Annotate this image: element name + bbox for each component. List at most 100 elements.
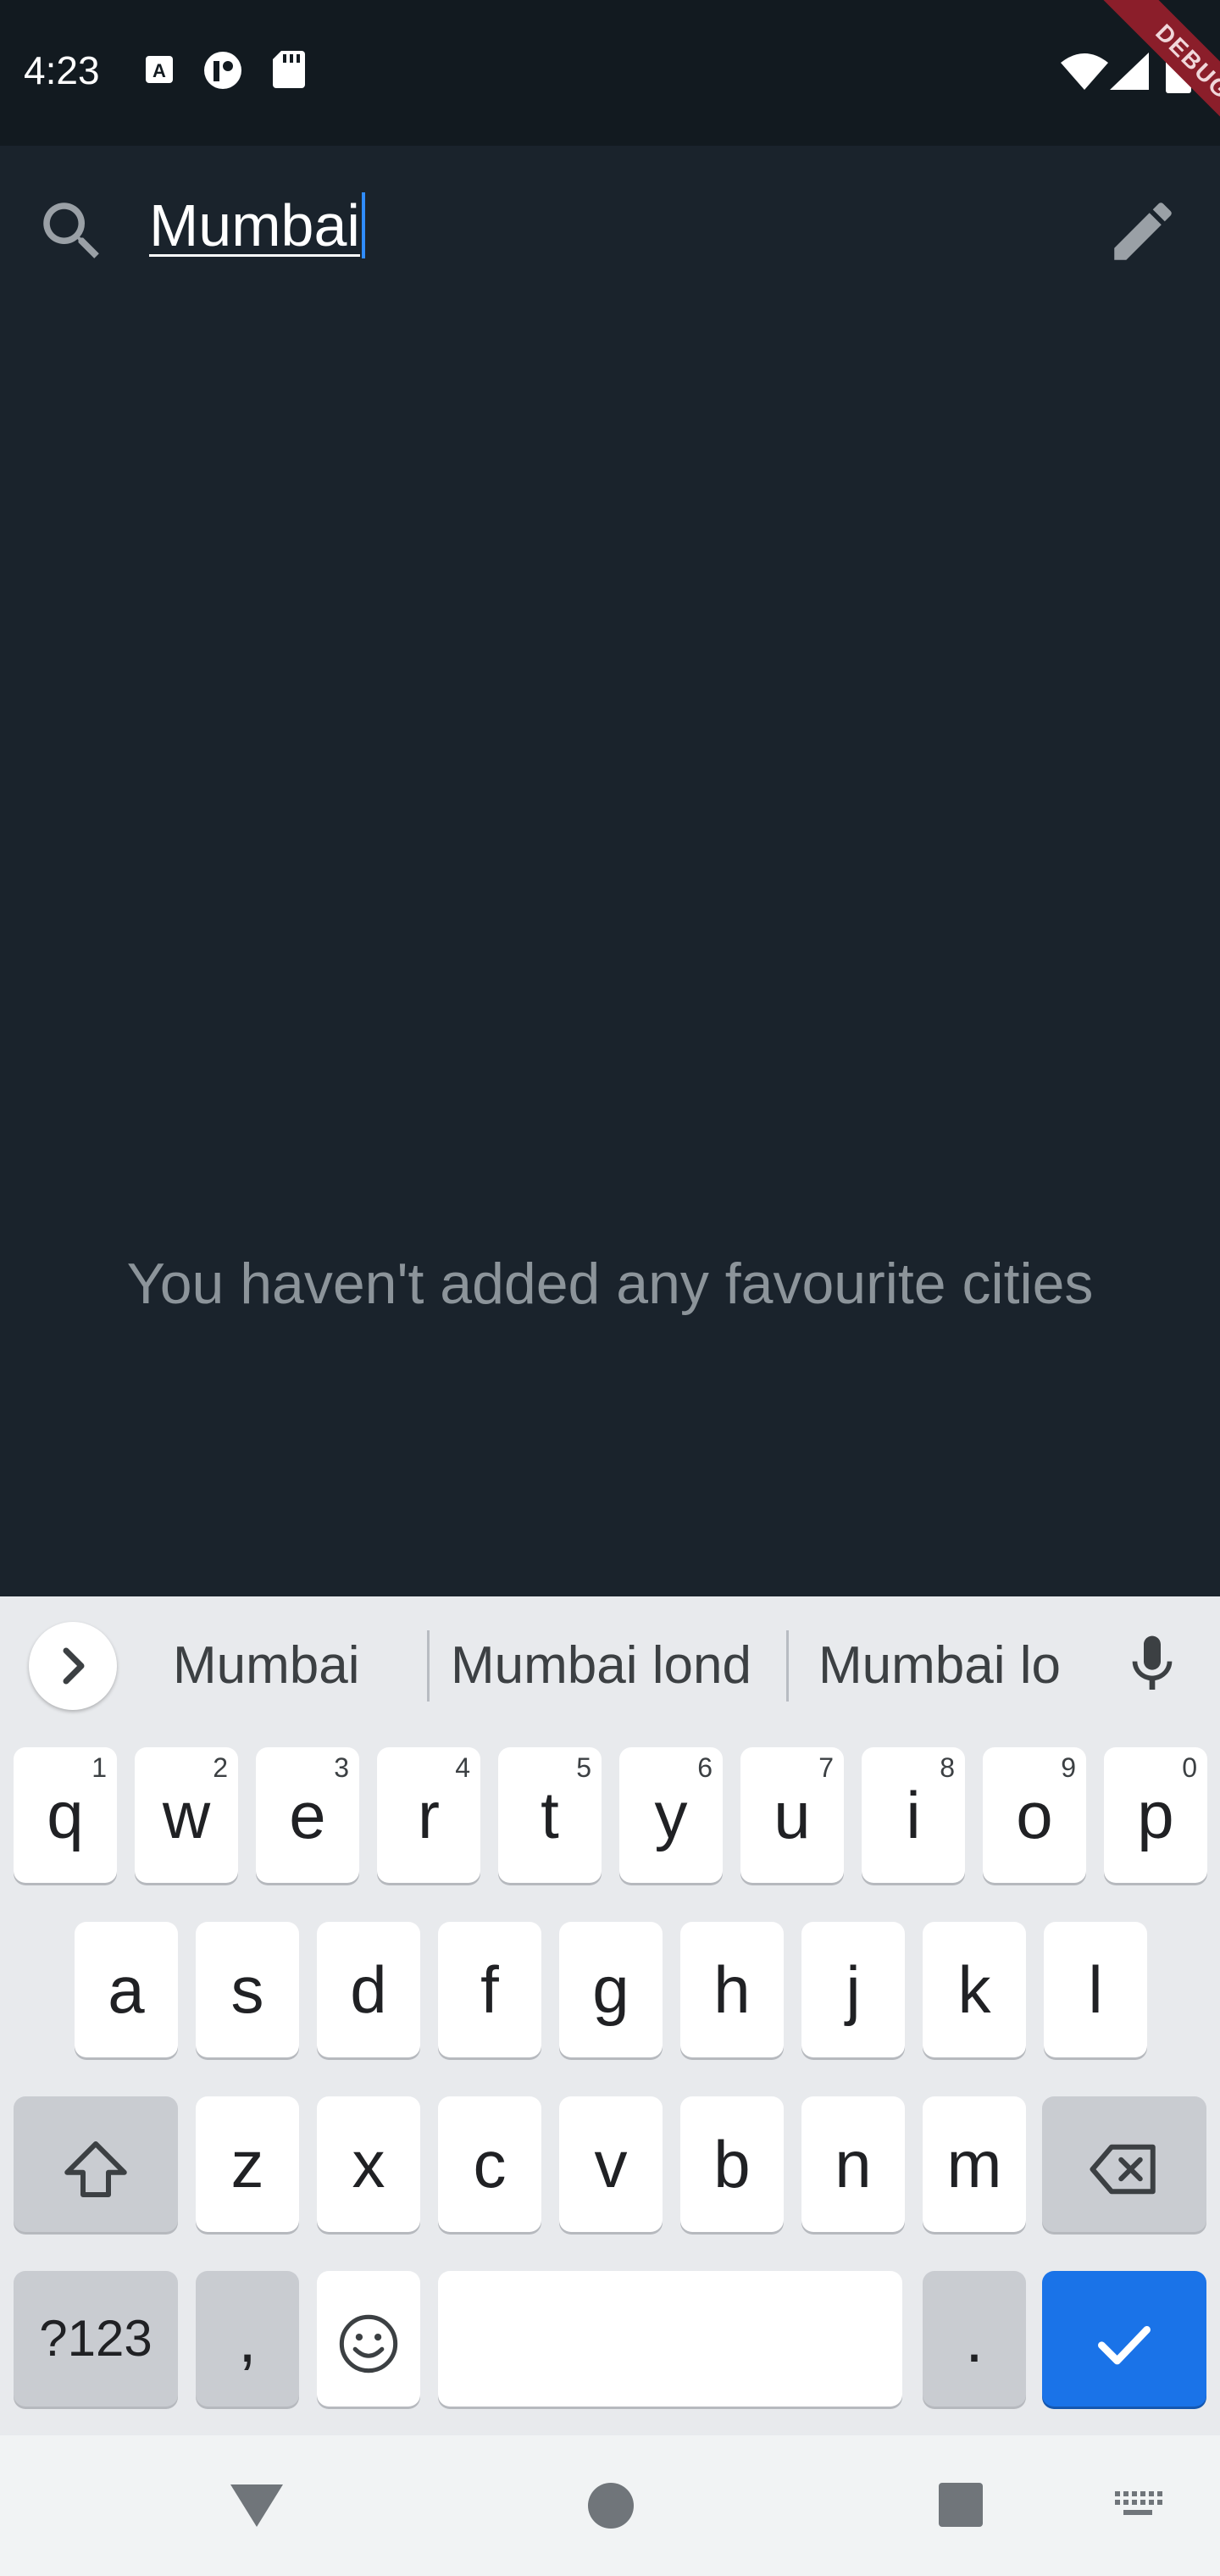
key-a[interactable]: a bbox=[75, 1922, 178, 2057]
expand-toolbar-button[interactable] bbox=[29, 1622, 117, 1710]
key-label: j bbox=[846, 1952, 861, 2027]
app-bar: Mumbai bbox=[0, 146, 1220, 315]
key-x[interactable]: x bbox=[317, 2096, 420, 2232]
key-label: d bbox=[350, 1952, 387, 2027]
done-key[interactable] bbox=[1042, 2271, 1206, 2407]
backspace-key[interactable] bbox=[1042, 2096, 1206, 2232]
shift-icon bbox=[64, 2141, 127, 2198]
key-h[interactable]: h bbox=[680, 1922, 784, 2057]
key-p[interactable]: p0 bbox=[1104, 1747, 1207, 1883]
key-hint: 9 bbox=[1061, 1752, 1076, 1783]
key-label: t bbox=[541, 1778, 559, 1852]
svg-text:A: A bbox=[152, 60, 166, 81]
soft-keyboard: Mumbai Mumbai lond Mumbai lo q1 w2 e3 r4… bbox=[0, 1596, 1220, 2435]
key-label: . bbox=[965, 2301, 984, 2376]
key-label: p bbox=[1137, 1778, 1174, 1852]
edit-icon[interactable] bbox=[1105, 193, 1181, 274]
space-key[interactable] bbox=[438, 2271, 902, 2407]
key-label: i bbox=[906, 1778, 921, 1852]
key-label: u bbox=[774, 1778, 811, 1852]
keyboard-switch-icon[interactable] bbox=[1113, 2488, 1162, 2526]
comma-key[interactable]: , bbox=[196, 2271, 299, 2407]
suggestion-strip: Mumbai Mumbai lond Mumbai lo bbox=[0, 1596, 1220, 1732]
key-label: a bbox=[108, 1952, 145, 2027]
emoji-key[interactable] bbox=[317, 2271, 420, 2407]
emoji-icon bbox=[339, 2315, 398, 2373]
key-i[interactable]: i8 bbox=[862, 1747, 965, 1883]
suggestion-2[interactable]: Mumbai lond bbox=[451, 1635, 751, 1696]
key-w[interactable]: w2 bbox=[135, 1747, 238, 1883]
key-hint: 8 bbox=[940, 1752, 955, 1783]
key-label: v bbox=[594, 2127, 628, 2201]
key-n[interactable]: n bbox=[801, 2096, 905, 2232]
key-hint: 5 bbox=[576, 1752, 591, 1783]
empty-state-message: You haven't added any favourite cities bbox=[126, 1252, 1094, 1316]
key-hint: 2 bbox=[213, 1752, 228, 1783]
key-hint: 6 bbox=[697, 1752, 713, 1783]
shift-key[interactable] bbox=[14, 2096, 178, 2232]
search-icon bbox=[34, 193, 110, 274]
status-time: 4:23 bbox=[24, 48, 100, 92]
key-label: r bbox=[418, 1778, 440, 1852]
chevron-right-icon bbox=[63, 1647, 85, 1685]
key-label: q bbox=[47, 1778, 84, 1852]
debug-banner: DEBUG bbox=[1051, 0, 1220, 169]
key-label: z bbox=[230, 2127, 264, 2201]
backspace-icon bbox=[1090, 2145, 1156, 2195]
key-label: y bbox=[654, 1778, 688, 1852]
key-hint: 1 bbox=[92, 1752, 107, 1783]
search-input[interactable]: Mumbai bbox=[149, 192, 365, 264]
key-z[interactable]: z bbox=[196, 2096, 299, 2232]
key-g[interactable]: g bbox=[559, 1922, 663, 2057]
suggestion-1[interactable]: Mumbai bbox=[173, 1635, 360, 1696]
key-t[interactable]: t5 bbox=[498, 1747, 602, 1883]
key-hint: 3 bbox=[334, 1752, 349, 1783]
text-caret bbox=[361, 192, 365, 258]
app-notification-icon bbox=[202, 51, 244, 94]
back-icon[interactable] bbox=[227, 2476, 286, 2540]
key-e[interactable]: e3 bbox=[256, 1747, 359, 1883]
key-hint: 7 bbox=[818, 1752, 834, 1783]
key-label: b bbox=[713, 2127, 751, 2201]
debug-banner-label: DEBUG bbox=[1089, 0, 1220, 166]
key-v[interactable]: v bbox=[559, 2096, 663, 2232]
keyboard-notification-icon: A bbox=[144, 54, 175, 89]
key-o[interactable]: o9 bbox=[983, 1747, 1086, 1883]
key-label: c bbox=[473, 2127, 507, 2201]
key-l[interactable]: l bbox=[1044, 1922, 1147, 2057]
key-label: e bbox=[289, 1778, 326, 1852]
suggestion-divider bbox=[786, 1630, 789, 1702]
key-label: g bbox=[592, 1952, 629, 2027]
status-bar: 4:23 A bbox=[0, 0, 1220, 146]
navigation-bar bbox=[0, 2435, 1220, 2576]
key-j[interactable]: j bbox=[801, 1922, 905, 2057]
key-label: l bbox=[1088, 1952, 1103, 2027]
key-q[interactable]: q1 bbox=[14, 1747, 117, 1883]
symbols-key[interactable]: ?123 bbox=[14, 2271, 178, 2407]
key-m[interactable]: m bbox=[923, 2096, 1026, 2232]
key-y[interactable]: y6 bbox=[619, 1747, 723, 1883]
key-k[interactable]: k bbox=[923, 1922, 1026, 2057]
key-label: s bbox=[230, 1952, 264, 2027]
microphone-icon[interactable] bbox=[1118, 1630, 1186, 1702]
key-r[interactable]: r4 bbox=[377, 1747, 480, 1883]
key-d[interactable]: d bbox=[317, 1922, 420, 2057]
key-label: m bbox=[946, 2127, 1002, 2201]
period-key[interactable]: . bbox=[923, 2271, 1026, 2407]
home-icon[interactable] bbox=[586, 2481, 635, 2534]
recents-icon[interactable] bbox=[937, 2481, 984, 2533]
key-label: f bbox=[480, 1952, 499, 2027]
key-u[interactable]: u7 bbox=[740, 1747, 844, 1883]
key-s[interactable]: s bbox=[196, 1922, 299, 2057]
key-label: x bbox=[352, 2127, 385, 2201]
key-f[interactable]: f bbox=[438, 1922, 541, 2057]
key-label: ?123 bbox=[39, 2310, 152, 2367]
suggestion-3[interactable]: Mumbai lo bbox=[818, 1635, 1061, 1696]
favourites-list-area: You haven't added any favourite cities bbox=[0, 315, 1220, 1596]
key-b[interactable]: b bbox=[680, 2096, 784, 2232]
key-c[interactable]: c bbox=[438, 2096, 541, 2232]
search-input-value: Mumbai bbox=[149, 192, 360, 258]
key-label: w bbox=[162, 1778, 211, 1852]
key-label: k bbox=[957, 1952, 991, 2027]
key-label: n bbox=[835, 2127, 872, 2201]
